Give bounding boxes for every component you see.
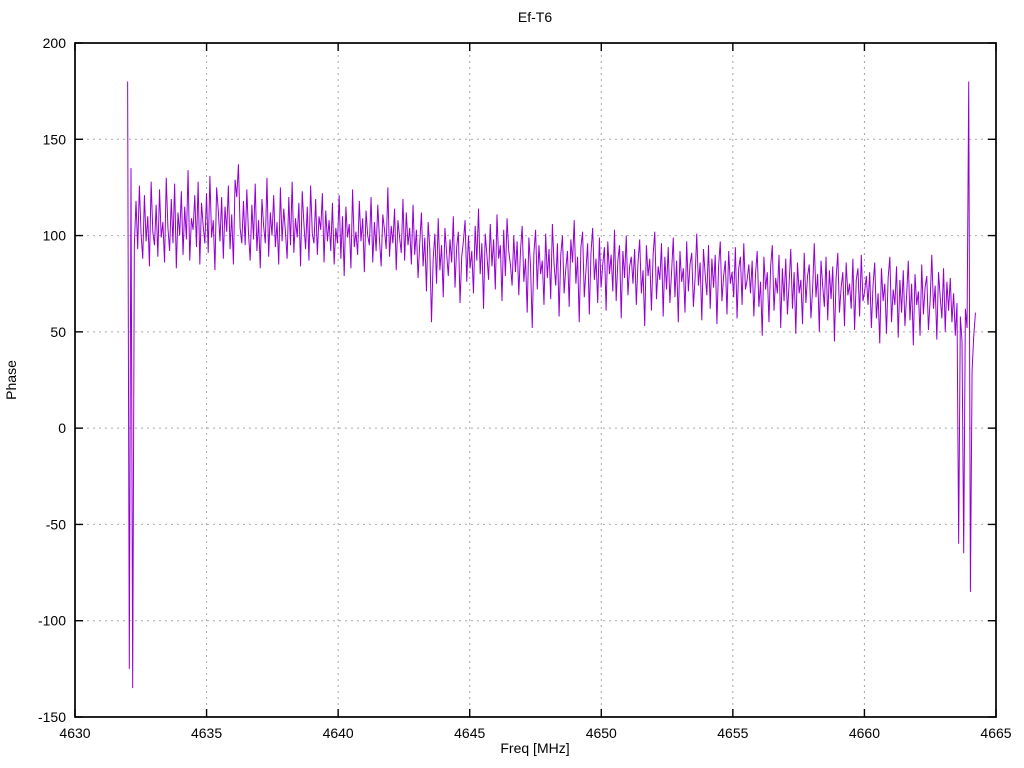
axis-ticks	[74, 42, 997, 718]
x-tick-label: 4635	[191, 725, 222, 741]
x-tick-label: 4630	[59, 725, 90, 741]
y-tick-label: 200	[43, 35, 67, 51]
axis-tick-labels: 4630 4635 4640 4645 4650 4655 4660 4665 -150 -100…	[38, 35, 1012, 741]
x-tick-label: 4665	[980, 725, 1011, 741]
x-tick-label: 4645	[454, 725, 485, 741]
grid-lines	[75, 43, 996, 717]
y-tick-label: -150	[38, 709, 66, 725]
y-tick-label: 150	[43, 131, 67, 147]
x-axis-label: Freq [MHz]	[500, 740, 569, 756]
x-tick-label: 4660	[849, 725, 880, 741]
series-line-phase	[127, 81, 976, 689]
x-tick-label: 4640	[323, 725, 354, 741]
chart-title: Ef-T6	[518, 9, 552, 25]
phase-chart: 4630 4635 4640 4645 4650 4655 4660 4665 -150 -100…	[3, 9, 1012, 756]
y-tick-label: -100	[38, 613, 66, 629]
y-tick-label: 100	[43, 228, 67, 244]
chart-window: 4630 4635 4640 4645 4650 4655 4660 4665 -150 -100…	[0, 0, 1024, 768]
x-tick-label: 4650	[586, 725, 617, 741]
phase-trace	[127, 81, 976, 689]
y-tick-label: 50	[50, 324, 66, 340]
y-tick-label: 0	[58, 420, 66, 436]
y-axis-label: Phase	[3, 360, 19, 400]
y-tick-label: -50	[46, 516, 66, 532]
plot-border	[74, 42, 997, 718]
x-tick-label: 4655	[717, 725, 748, 741]
